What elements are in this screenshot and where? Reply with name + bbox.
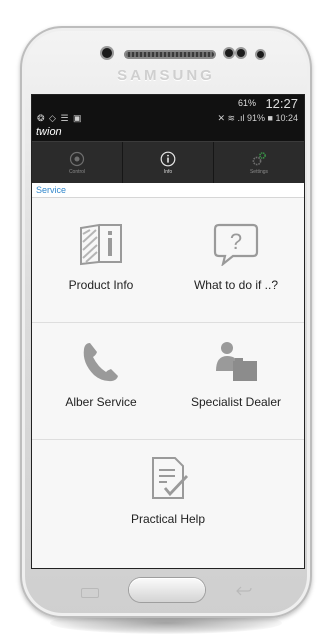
product-info-icon <box>80 223 122 266</box>
app-titlebar: twion <box>32 125 304 141</box>
divider <box>32 322 304 323</box>
tab-settings[interactable]: Settings <box>214 142 304 183</box>
hardware-nav <box>31 570 303 612</box>
battery-level: 61% <box>237 98 256 108</box>
app-status-bar: ❂ ◇ ☰ ▣ ✕ ≋ .ıl 91% ■ 10:24 <box>32 111 304 125</box>
dealer-icon <box>216 342 257 381</box>
breadcrumb: Service <box>32 183 304 198</box>
menu-item-alber-service[interactable]: Alber Service <box>46 339 156 409</box>
tab-bar: Control Info Settings <box>32 141 304 185</box>
tab-info-label: Info <box>163 168 173 175</box>
proximity-sensor-1 <box>225 49 233 57</box>
tab-control[interactable]: Control <box>32 142 123 183</box>
menu-item-specialist-dealer[interactable]: Specialist Dealer <box>178 339 294 409</box>
status-time: 12:27 <box>265 96 298 111</box>
phone-icon <box>83 343 118 382</box>
alber-service-label: Alber Service <box>65 395 137 409</box>
menu-item-what-to-do[interactable]: ? What to do if ..? <box>178 222 294 292</box>
info-icon <box>160 151 176 166</box>
service-menu: Product Info ? What to do if ..? Alber S… <box>32 198 304 568</box>
divider <box>32 439 304 440</box>
practical-help-label: Practical Help <box>130 512 206 526</box>
what-to-do-label: What to do if ..? <box>193 278 279 292</box>
screen: 61% 12:27 ❂ ◇ ☰ ▣ ✕ ≋ .ıl 91% ■ 10:24 tw… <box>31 94 305 569</box>
brand-logo: SAMSUNG <box>117 67 215 84</box>
specialist-dealer-label: Specialist Dealer <box>190 395 282 409</box>
home-button[interactable] <box>129 578 205 602</box>
question-bubble-icon: ? <box>213 223 259 266</box>
back-key-icon[interactable] <box>235 585 253 597</box>
proximity-sensor-2 <box>237 49 245 57</box>
app-status-right: ✕ ≋ .ıl 91% ■ 10:24 <box>217 113 298 123</box>
app-title: twion <box>36 126 62 138</box>
menu-item-product-info[interactable]: Product Info <box>46 222 156 292</box>
checklist-icon <box>152 457 189 499</box>
wheel-icon <box>69 151 85 166</box>
product-info-label: Product Info <box>68 278 134 292</box>
front-camera <box>257 51 264 58</box>
tab-control-label: Control <box>68 168 86 175</box>
menu-item-practical-help[interactable]: Practical Help <box>112 456 224 526</box>
speaker-grille <box>124 50 216 59</box>
svg-text:?: ? <box>230 229 242 254</box>
notification-icons: ❂ ◇ ☰ ▣ <box>37 113 83 123</box>
front-sensor <box>102 48 112 58</box>
tab-info[interactable]: Info <box>123 142 214 183</box>
breadcrumb-service[interactable]: Service <box>36 185 66 195</box>
menu-key-icon[interactable] <box>81 588 99 598</box>
status-bar: 61% 12:27 <box>32 95 304 111</box>
tab-settings-label: Settings <box>249 168 269 175</box>
gears-icon <box>252 151 266 165</box>
